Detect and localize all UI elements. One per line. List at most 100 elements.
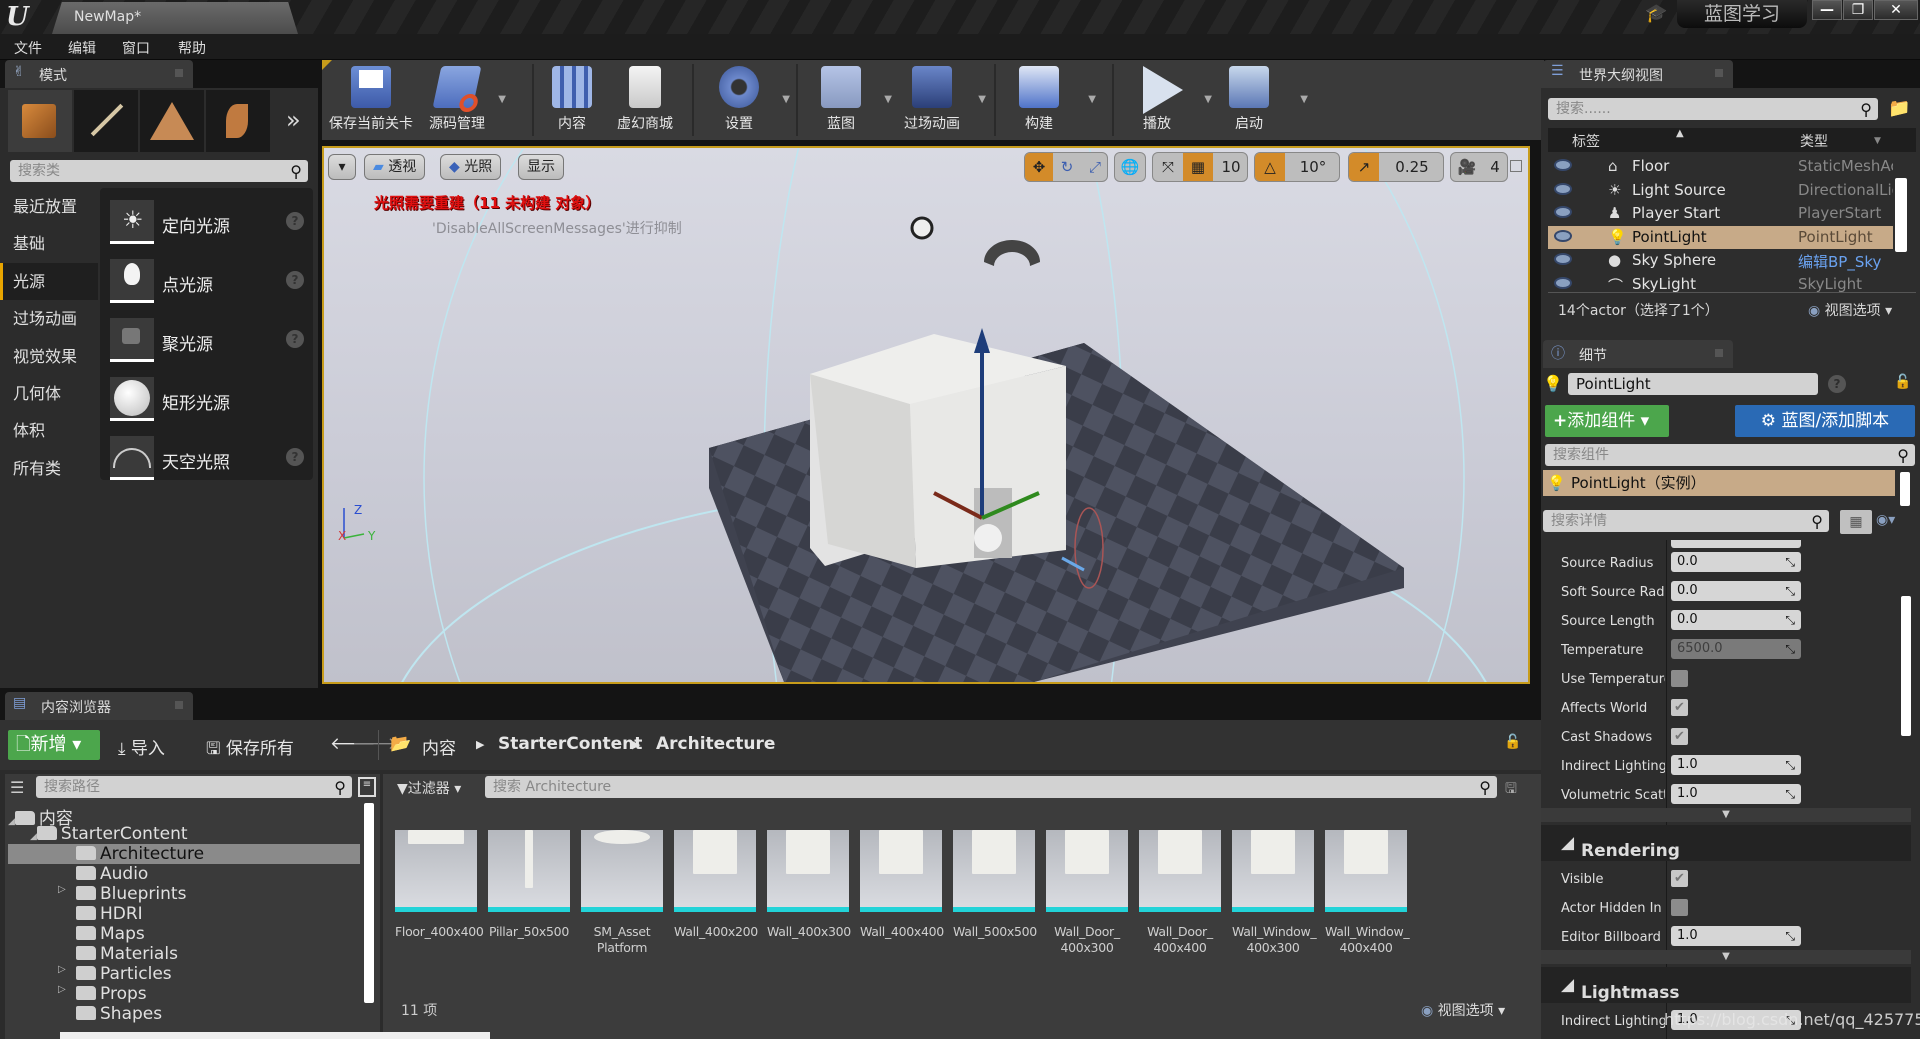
- collapsed-arrow-icon[interactable]: ▷: [58, 964, 66, 975]
- dropdown-arrow-icon[interactable]: ▼: [782, 94, 790, 105]
- folder-tree-item[interactable]: Maps: [8, 924, 360, 944]
- rotation-snap-icon[interactable]: △: [1255, 153, 1285, 181]
- menu-help[interactable]: 帮助: [178, 38, 206, 58]
- asset-tile[interactable]: Wall_Window_ 400x300: [1232, 808, 1317, 956]
- column-label-header[interactable]: 标签: [1572, 131, 1600, 151]
- dropdown-arrow-icon[interactable]: ▼: [1300, 94, 1308, 105]
- place-item-point-light[interactable]: 点光源?: [110, 259, 310, 309]
- visibility-eye-icon[interactable]: [1554, 182, 1572, 195]
- breadcrumb-architecture[interactable]: Architecture: [656, 734, 775, 754]
- breadcrumb-starter-content[interactable]: StarterContent: [498, 734, 642, 754]
- scale-snap-value[interactable]: 0.25: [1379, 153, 1443, 181]
- asset-tile[interactable]: Wall_400x400: [860, 808, 944, 940]
- advanced-expander-icon[interactable]: ▼: [1541, 808, 1911, 822]
- details-view-options-icon[interactable]: ◉▾: [1876, 512, 1895, 528]
- camera-speed-group[interactable]: 🎥 4: [1450, 152, 1508, 182]
- dropdown-arrow-icon[interactable]: ▼: [884, 94, 892, 105]
- landscape-mode-button[interactable]: [140, 90, 204, 152]
- search-details-input[interactable]: 搜索详情 ⚲: [1543, 510, 1829, 532]
- folder-tree-item[interactable]: Materials: [8, 944, 360, 964]
- settings-button[interactable]: 设置 ▼: [702, 60, 790, 138]
- dropdown-arrow-icon[interactable]: ▼: [1088, 94, 1096, 105]
- visibility-eye-icon[interactable]: [1554, 253, 1572, 265]
- asset-tile[interactable]: Wall_Door_ 400x300: [1046, 808, 1128, 956]
- minimize-button[interactable]: —: [1812, 0, 1842, 20]
- scale-tool-icon[interactable]: ⤢: [1081, 153, 1107, 181]
- source-control-button[interactable]: 源码管理 ▼: [422, 60, 506, 138]
- property-checkbox[interactable]: ✔: [1671, 728, 1688, 745]
- launch-button[interactable]: 启动 ▼: [1212, 60, 1308, 138]
- help-icon[interactable]: ?: [286, 330, 304, 348]
- place-item-directional-light[interactable]: ☀ 定向光源?: [110, 200, 310, 250]
- foliage-mode-button[interactable]: [206, 90, 270, 152]
- help-icon[interactable]: ?: [1828, 375, 1846, 393]
- details-tab[interactable]: ⓘ 细节: [1543, 340, 1733, 368]
- filters-button[interactable]: ▼过滤器 ▾: [397, 778, 461, 798]
- asset-view-options[interactable]: ◉ 视图选项 ▾: [1421, 1000, 1505, 1020]
- place-mode-button[interactable]: [8, 90, 72, 152]
- components-scrollbar[interactable]: [1900, 472, 1910, 506]
- asset-tile[interactable]: Floor_400x400: [395, 808, 484, 940]
- component-instance-row[interactable]: 💡 PointLight（实例）: [1543, 470, 1895, 496]
- toggle-sources-icon[interactable]: ☰: [10, 778, 24, 797]
- folder-tree-item[interactable]: Shapes: [8, 1004, 360, 1024]
- restore-button[interactable]: ❐: [1843, 0, 1873, 20]
- spin-drag-icon[interactable]: ⤡: [1785, 926, 1795, 946]
- folder-tree-item[interactable]: ▷ Particles: [8, 964, 360, 984]
- content-browser-tab[interactable]: ▤ 内容浏览器: [5, 692, 193, 720]
- grid-snap-value[interactable]: 10: [1213, 153, 1247, 181]
- category-all-classes[interactable]: 所有类: [0, 450, 98, 487]
- import-button[interactable]: ⤓ 导入: [118, 734, 165, 759]
- scale-snap-icon[interactable]: ↗: [1349, 153, 1379, 181]
- tab-close-icon[interactable]: [175, 701, 183, 709]
- property-value-input[interactable]: 1.0 ⤡: [1671, 926, 1801, 946]
- lock-icon[interactable]: 🔓: [1504, 734, 1521, 750]
- outliner-row[interactable]: ● Sky Sphere 编辑BP_Sky: [1548, 249, 1893, 272]
- outliner-row[interactable]: ☀ Light Source DirectionalLight: [1548, 179, 1893, 202]
- category-basic[interactable]: 基础: [0, 225, 98, 262]
- property-checkbox[interactable]: ✔: [1671, 699, 1688, 716]
- level-viewport[interactable]: X Z Y ▾ ▰ 透视 ◆ 光照 显示 光照需要重建（11 未构建 对象） '…: [322, 146, 1530, 684]
- collapsed-arrow-icon[interactable]: ▷: [58, 984, 66, 995]
- asset-tile[interactable]: Pillar_50x500: [488, 808, 570, 940]
- visibility-eye-icon[interactable]: [1554, 276, 1572, 289]
- rotation-snap-value[interactable]: 10°: [1285, 153, 1339, 181]
- category-cinematic[interactable]: 过场动画: [0, 300, 98, 337]
- visibility-eye-icon[interactable]: [1554, 159, 1572, 171]
- folder-tree-item[interactable]: Architecture: [8, 844, 360, 864]
- build-button[interactable]: 构建 ▼: [1002, 60, 1096, 138]
- perspective-button[interactable]: ▰ 透视: [364, 154, 426, 180]
- column-type-header[interactable]: 类型: [1800, 131, 1828, 151]
- outliner-tab[interactable]: ☰ 世界大纲视图: [1543, 60, 1733, 88]
- asset-tile[interactable]: Wall_400x300: [767, 808, 851, 940]
- category-visual-effects[interactable]: 视觉效果: [0, 338, 98, 375]
- folder-tree-item[interactable]: HDRI: [8, 904, 360, 924]
- category-recent[interactable]: 最近放置: [0, 188, 98, 225]
- breadcrumb-separator-icon[interactable]: ▶: [476, 738, 484, 751]
- surface-snap-icon[interactable]: ⤧: [1153, 153, 1183, 181]
- search-components-input[interactable]: 搜索组件 ⚲: [1545, 444, 1915, 466]
- menu-file[interactable]: 文件: [14, 38, 42, 58]
- rendering-section-header[interactable]: ◢ Rendering: [1541, 825, 1911, 861]
- maximize-viewport-icon[interactable]: [1510, 160, 1522, 172]
- column-dropdown-icon[interactable]: ▼: [1874, 136, 1881, 146]
- folder-tree-item[interactable]: ▷ Blueprints: [8, 884, 360, 904]
- asset-tile[interactable]: Wall_Window_ 400x400: [1325, 808, 1410, 956]
- property-matrix-icon[interactable]: ▦: [1840, 510, 1872, 534]
- property-checkbox[interactable]: [1671, 670, 1688, 687]
- lit-button[interactable]: ◆ 光照: [440, 154, 502, 180]
- dropdown-arrow-icon[interactable]: ▼: [978, 94, 986, 105]
- spin-drag-icon[interactable]: ⤡: [1785, 552, 1795, 572]
- property-checkbox[interactable]: ✔: [1671, 870, 1688, 887]
- visibility-eye-icon[interactable]: [1554, 229, 1572, 242]
- expanded-arrow-icon[interactable]: ◢: [30, 832, 37, 842]
- advanced-expander-icon[interactable]: ▼: [1541, 950, 1911, 964]
- outliner-row[interactable]: 💡 PointLight PointLight: [1548, 225, 1893, 249]
- property-value-input[interactable]: 6500.0 ⤡: [1671, 639, 1801, 659]
- menu-edit[interactable]: 编辑: [68, 38, 96, 58]
- path-search-input[interactable]: 搜索路径 ⚲: [36, 776, 352, 798]
- outliner-scrollbar[interactable]: [1895, 178, 1907, 252]
- outliner-view-options[interactable]: ◉ 视图选项 ▾: [1808, 300, 1892, 320]
- save-all-button[interactable]: 🖫 保存所有: [206, 734, 294, 765]
- help-icon[interactable]: ?: [286, 212, 304, 230]
